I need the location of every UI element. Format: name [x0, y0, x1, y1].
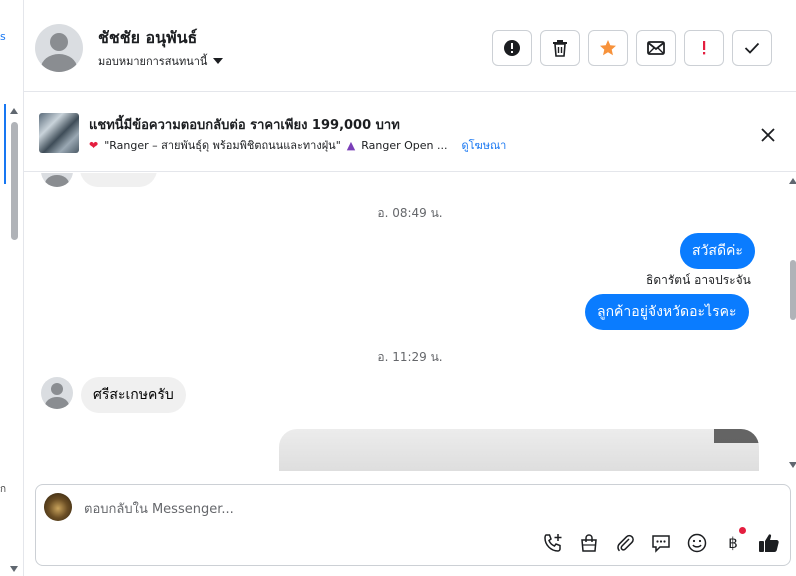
payment-button[interactable]: ฿ — [721, 527, 746, 555]
mark-done-button[interactable] — [732, 30, 772, 66]
active-item-indicator — [4, 104, 6, 184]
timestamp: อ. 11:29 น. — [377, 350, 443, 364]
shop-button[interactable] — [577, 531, 601, 555]
avatar-body-shape — [41, 54, 77, 72]
baht-icon: ฿ — [728, 534, 738, 552]
reply-composer: ฿ — [35, 484, 791, 566]
paperclip-icon — [617, 534, 634, 552]
assign-label: มอบหมายการสนทนานี้ — [98, 55, 208, 68]
trash-icon — [553, 40, 567, 57]
report-button[interactable] — [492, 30, 532, 66]
emoji-button[interactable] — [685, 531, 709, 555]
star-button[interactable] — [588, 30, 628, 66]
add-call-icon — [544, 534, 562, 552]
messenger-inbox-window: s ก ชัชชัย อนุพันธ์ มอบหมายการสนทนานี้ แ… — [0, 0, 796, 576]
thread-scrollbar-thumb[interactable] — [790, 260, 796, 320]
ad-subtitle-row: ❤ "Ranger – สายพันธุ์ดุ พร้อมพิชิตถนนและ… — [89, 136, 506, 154]
follow-up-button[interactable] — [684, 30, 724, 66]
heart-icon: ❤ — [89, 138, 99, 152]
outgoing-message[interactable]: สวัสดีค่ะ — [680, 233, 755, 269]
agent-name: ธิดารัตน์ อาจประจัน — [646, 273, 751, 287]
avatar-head-shape — [51, 383, 63, 395]
thumbs-up-icon — [759, 534, 779, 552]
star-icon — [600, 40, 616, 56]
saved-replies-button[interactable] — [649, 531, 673, 555]
thread-scroll-down-arrow[interactable] — [789, 462, 796, 468]
mark-unread-button[interactable] — [636, 30, 676, 66]
conversation-actions — [492, 30, 772, 66]
ad-subtitle: "Ranger – สายพันธุ์ดุ พร้อมพิชิตถนนและทา… — [104, 139, 341, 152]
envelope-icon — [647, 41, 665, 55]
list-scrollbar-thumb[interactable] — [11, 122, 18, 240]
ad-context-banner: แชทนี้มีข้อความตอบกลับต่อ ราคาเพียง 199,… — [24, 102, 796, 172]
avatar-body-shape — [45, 397, 69, 409]
thread-scroll-up-arrow[interactable] — [789, 178, 796, 184]
timestamp: อ. 08:49 น. — [377, 206, 443, 220]
customer-avatar — [41, 377, 73, 409]
contact-avatar[interactable] — [35, 24, 83, 72]
emoji-icon — [687, 533, 707, 553]
chevron-down-icon — [213, 58, 224, 64]
conversation-header: ชัชชัย อนุพันธ์ มอบหมายการสนทนานี้ — [24, 0, 796, 92]
composer-toolbar: ฿ — [541, 527, 781, 555]
exclamation-icon — [703, 41, 706, 55]
view-ad-link[interactable]: ดูโฆษณา — [461, 136, 506, 154]
ad-title: แชทนี้มีข้อความตอบกลับต่อ ราคาเพียง 199,… — [89, 118, 400, 133]
page-avatar — [44, 493, 72, 521]
assign-conversation-dropdown[interactable]: มอบหมายการสนทนานี้ — [98, 52, 224, 70]
reply-input[interactable] — [84, 499, 764, 519]
image-message[interactable] — [279, 429, 759, 471]
car-icon: ▲ — [346, 138, 356, 152]
outgoing-message[interactable]: ลูกค้าอยู่จังหวัดอะไรคะ — [585, 294, 749, 330]
ad-subtitle-extra: Ranger Open ... — [361, 138, 448, 152]
delete-button[interactable] — [540, 30, 580, 66]
conversation-list-edge: s ก — [0, 0, 24, 576]
check-icon — [744, 42, 760, 54]
message-thread[interactable]: 100000 อ. 08:49 น. สวัสดีค่ะ ธิดารัตน์ อ… — [24, 173, 796, 471]
customer-avatar — [41, 173, 73, 187]
list-scroll-down-arrow[interactable] — [10, 566, 18, 572]
avatar-head-shape — [50, 33, 68, 51]
shopping-bag-icon — [581, 534, 597, 552]
attach-button[interactable] — [613, 531, 637, 555]
alert-circle-icon — [504, 40, 520, 56]
close-banner-button[interactable] — [757, 124, 779, 146]
ad-thumbnail[interactable] — [39, 113, 79, 153]
incoming-message[interactable]: 100000 — [80, 173, 158, 187]
saved-reply-icon — [652, 535, 670, 553]
image-content-shape — [714, 429, 759, 443]
contact-name: ชัชชัย อนุพันธ์ — [98, 28, 198, 47]
incoming-message[interactable]: ศรีสะเกษครับ — [81, 377, 186, 413]
close-icon — [761, 128, 775, 142]
list-fragment-top: s — [0, 30, 6, 43]
list-fragment-bottom: ก — [0, 484, 7, 495]
add-call-button[interactable] — [541, 531, 565, 555]
like-button[interactable] — [757, 531, 781, 555]
list-scroll-up-arrow[interactable] — [10, 108, 18, 114]
avatar-body-shape — [45, 175, 69, 187]
notification-dot — [739, 527, 746, 534]
